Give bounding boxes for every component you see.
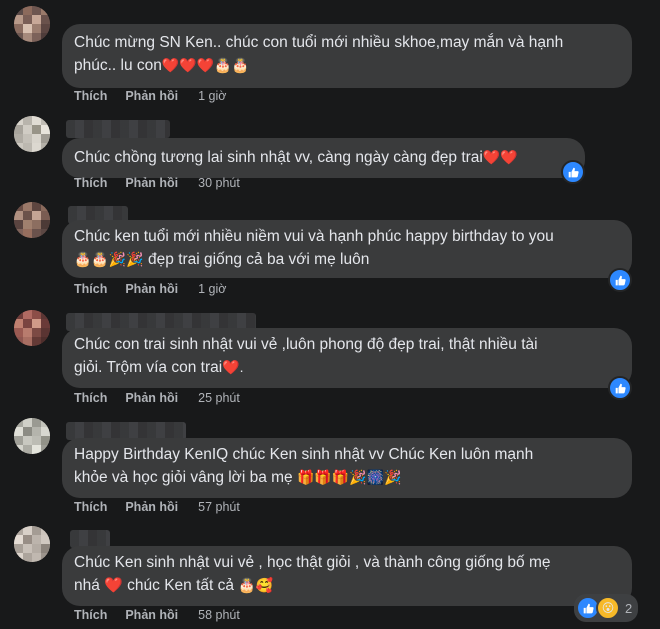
reaction-count: 2 xyxy=(625,600,633,616)
comment-actions: Thích Phản hồi 30 phút xyxy=(74,176,240,190)
comment-text: Chúc ken tuổi mới nhiều niềm vui và hạnh… xyxy=(74,228,554,245)
avatar[interactable] xyxy=(14,202,50,238)
emoji-sequence: ❤️. xyxy=(222,359,244,375)
reply-button[interactable]: Phản hồi xyxy=(125,176,178,190)
reaction-summary[interactable]: 😮 2 xyxy=(574,594,639,622)
thumbs-up-icon xyxy=(568,167,579,177)
comment-actions: Thích Phản hồi 25 phút xyxy=(74,391,240,405)
like-reaction-badge[interactable] xyxy=(608,268,632,292)
emoji-sequence: ❤️❤️❤️🎂🎂 xyxy=(161,57,250,73)
comment-text: nhá xyxy=(74,577,105,594)
comment-text: phúc.. lu con xyxy=(74,57,162,74)
avatar[interactable] xyxy=(14,116,50,152)
emoji-sequence: 🎁🎁🎁🎉🎆🎉 xyxy=(297,469,402,485)
like-reaction-badge[interactable] xyxy=(561,160,585,184)
reply-button[interactable]: Phản hồi xyxy=(125,608,178,622)
like-reaction-badge[interactable] xyxy=(608,376,632,400)
like-button[interactable]: Thích xyxy=(74,176,107,190)
comment-bubble: Chúc ken tuổi mới nhiều niềm vui và hạnh… xyxy=(62,220,632,278)
avatar[interactable] xyxy=(14,526,50,562)
like-button[interactable]: Thích xyxy=(74,608,107,622)
comment-bubble: Happy Birthday KenIQ chúc Ken sinh nhật … xyxy=(62,438,632,498)
thumbs-up-icon xyxy=(615,275,626,285)
comment-text: Chúc chồng tương lai sinh nhật vv, càng … xyxy=(74,149,483,166)
avatar[interactable] xyxy=(14,6,50,42)
comment-actions: Thích Phản hồi 1 giờ xyxy=(74,89,226,103)
comment-text: Chúc con trai sinh nhật vui vẻ ,luôn pho… xyxy=(74,336,538,353)
heart-emoji: ❤️ xyxy=(104,577,123,594)
timestamp[interactable]: 1 giờ xyxy=(198,89,226,103)
comment-text: Chúc mừng SN Ken.. chúc con tuổi mới nhi… xyxy=(74,34,564,51)
like-button[interactable]: Thích xyxy=(74,282,107,296)
reply-button[interactable]: Phản hồi xyxy=(125,500,178,514)
avatar[interactable] xyxy=(14,418,50,454)
comment-actions: Thích Phản hồi 57 phút xyxy=(74,500,240,514)
comment-bubble: Chúc con trai sinh nhật vui vẻ ,luôn pho… xyxy=(62,328,632,388)
like-button[interactable]: Thích xyxy=(74,391,107,405)
like-button[interactable]: Thích xyxy=(74,500,107,514)
comment-text: Happy Birthday KenIQ chúc Ken sinh nhật … xyxy=(74,446,534,463)
timestamp[interactable]: 57 phút xyxy=(198,500,240,514)
comment-actions: Thích Phản hồi 58 phút xyxy=(74,608,240,622)
timestamp[interactable]: 1 giờ xyxy=(198,282,226,296)
comment-bubble: Chúc mừng SN Ken.. chúc con tuổi mới nhi… xyxy=(62,24,632,88)
reply-button[interactable]: Phản hồi xyxy=(125,391,178,405)
emoji-sequence: ❤️❤️ xyxy=(482,149,518,165)
timestamp[interactable]: 25 phút xyxy=(198,391,240,405)
comment-text: giỏi. Trộm vía con trai xyxy=(74,359,223,376)
comment-actions: Thích Phản hồi 1 giờ xyxy=(74,282,226,296)
comment-text: chúc Ken tất cả xyxy=(122,577,239,594)
comment-text: khỏe và học giỏi vâng lời ba mẹ xyxy=(74,469,297,486)
comment-bubble: Chúc Ken sinh nhật vui vẻ , học thật giỏ… xyxy=(62,546,632,606)
blurred-author-name xyxy=(66,120,170,138)
comment-text: đẹp trai giống cả ba với mẹ luôn xyxy=(143,251,370,268)
emoji-sequence: 🎂🥰 xyxy=(238,577,274,593)
comment-bubble: Chúc chồng tương lai sinh nhật vv, càng … xyxy=(62,138,585,178)
avatar[interactable] xyxy=(14,310,50,346)
timestamp[interactable]: 30 phút xyxy=(198,176,240,190)
wow-reaction-icon: 😮 xyxy=(596,596,620,620)
like-button[interactable]: Thích xyxy=(74,89,107,103)
reply-button[interactable]: Phản hồi xyxy=(125,282,178,296)
reply-button[interactable]: Phản hồi xyxy=(125,89,178,103)
timestamp[interactable]: 58 phút xyxy=(198,608,240,622)
emoji-sequence: 🎂🎂🎉🎉 xyxy=(74,251,144,267)
thumbs-up-icon xyxy=(615,383,626,393)
comment-text: Chúc Ken sinh nhật vui vẻ , học thật giỏ… xyxy=(74,554,551,571)
